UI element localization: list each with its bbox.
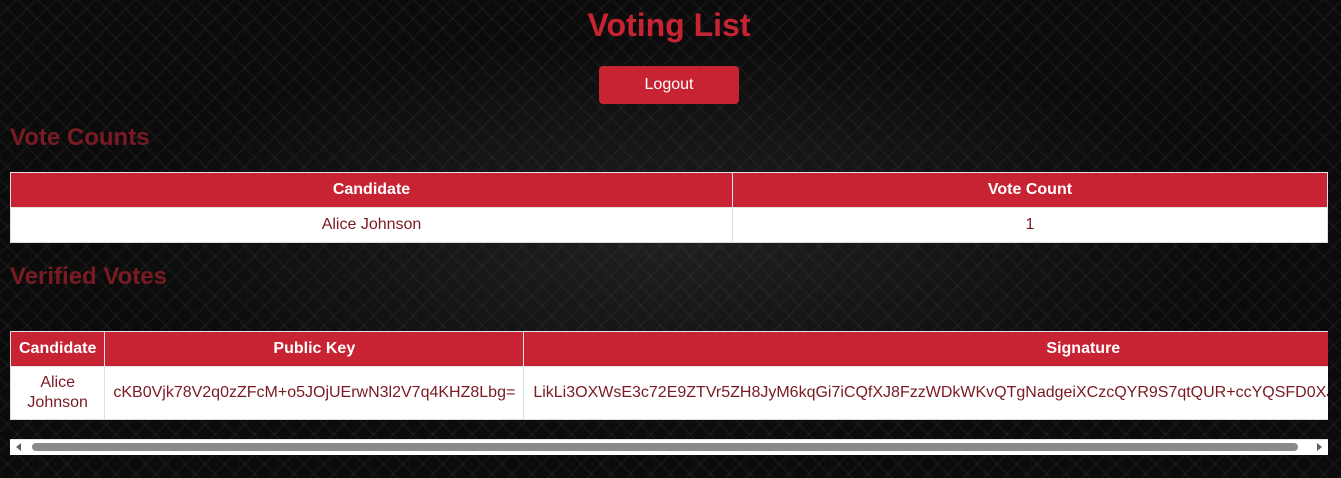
verified-votes-header-row: Candidate Public Key Signature: [10, 331, 1328, 367]
column-header-candidate: Candidate: [10, 331, 106, 367]
vote-counts-heading: Vote Counts: [10, 124, 150, 151]
verified-votes-heading: Verified Votes: [10, 263, 167, 290]
vote-count-cell: 1: [732, 207, 1328, 243]
scroll-right-arrow-icon[interactable]: [1317, 443, 1322, 451]
table-row: Alice Johnson cKB0Vjk78V2q0zZFcM+o5JOjUE…: [10, 366, 1328, 420]
vote-counts-header-row: Candidate Vote Count: [10, 172, 1328, 208]
candidate-cell: Alice Johnson: [10, 207, 733, 243]
page-title: Voting List: [587, 7, 751, 43]
table-row: Alice Johnson 1: [10, 207, 1328, 243]
horizontal-scrollbar[interactable]: [10, 439, 1328, 455]
public-key-cell: cKB0Vjk78V2q0zZFcM+o5JOjUErwN3l2V7q4KHZ8…: [104, 366, 525, 420]
vote-counts-table: Candidate Vote Count Alice Johnson 1: [10, 172, 1328, 243]
scrollbar-thumb[interactable]: [32, 443, 1298, 451]
candidate-cell: Alice Johnson: [10, 366, 106, 420]
verified-votes-table: Candidate Public Key Signature Alice Joh…: [10, 331, 1328, 420]
column-header-candidate: Candidate: [10, 172, 733, 208]
verified-votes-scroll-container[interactable]: Candidate Public Key Signature Alice Joh…: [10, 331, 1328, 421]
logout-button[interactable]: Logout: [599, 66, 739, 104]
scroll-left-arrow-icon[interactable]: [16, 443, 21, 451]
column-header-public-key: Public Key: [104, 331, 525, 367]
column-header-vote-count: Vote Count: [732, 172, 1328, 208]
column-header-signature: Signature: [523, 331, 1328, 367]
signature-cell: LikLi3OXWsE3c72E9ZTVr5ZH8JyM6kqGi7iCQfXJ…: [523, 366, 1328, 420]
